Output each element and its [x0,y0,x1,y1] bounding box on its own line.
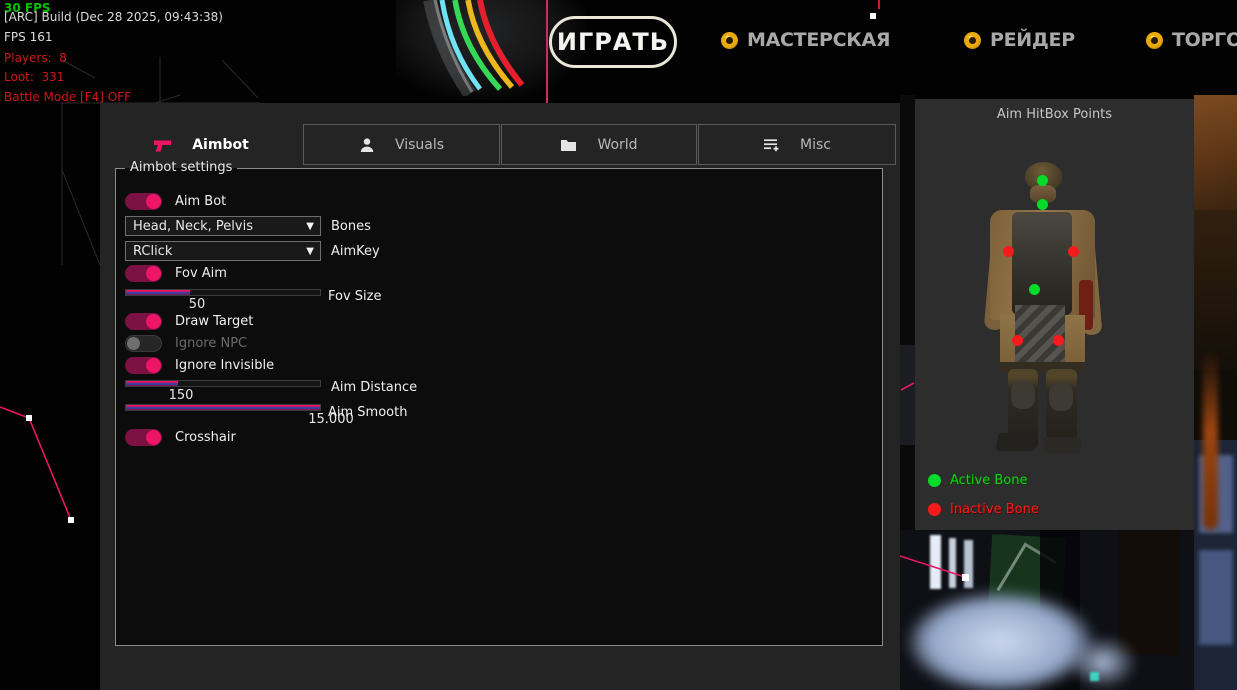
bone-dot-head[interactable] [1037,175,1048,186]
tab-label: World [597,137,637,153]
nav-item-label: ТОРГО [1172,29,1237,51]
ignore-invisible-toggle[interactable] [125,357,162,374]
bone-dot-pelvis[interactable] [1029,284,1040,295]
tab-label: Misc [800,137,831,153]
fov-size-value: 50 [189,297,206,312]
bone-dot-right-thigh[interactable] [1053,335,1064,346]
legend-inactive-bone: Inactive Bone [928,502,1039,517]
nav-item-label: МАСТЕРСКАЯ [747,29,890,51]
row-crosshair: Crosshair [125,429,236,446]
aim-bot-label: Aim Bot [175,194,226,209]
tab-label: Visuals [395,137,444,153]
legend-active-bone: Active Bone [928,473,1027,488]
chevron-down-icon: ▼ [306,246,320,257]
aim-bot-toggle[interactable] [125,193,162,210]
bone-dot-layer [915,99,1194,530]
aim-smooth-slider[interactable] [125,404,321,411]
pistol-icon [153,137,172,153]
coin-icon [721,32,738,49]
hud-fps: FPS 161 [4,30,52,44]
legend-label: Active Bone [950,473,1027,488]
ignore-npc-toggle[interactable] [125,335,162,352]
bone-dot-right-shoulder[interactable] [1068,246,1079,257]
aim-hitbox-panel: Aim HitBox Points Active Bone Inactive B… [915,99,1194,530]
bone-dot-left-shoulder[interactable] [1003,246,1014,257]
aimkey-dropdown-value: RClick [126,244,306,259]
crosshair-label: Crosshair [175,430,236,445]
active-bone-dot-icon [928,474,941,487]
legend-label: Inactive Bone [950,502,1039,517]
chevron-down-icon: ▼ [306,221,320,232]
aimbot-settings-group: Aimbot settings Aim Bot Head, Neck, Pelv… [115,168,883,646]
playlist-add-icon [763,137,780,153]
row-draw-target: Draw Target [125,313,253,330]
hud-loot: Loot: 331 [4,70,64,84]
aim-distance-slider[interactable] [125,380,321,387]
folder-icon [560,137,577,152]
nav-item-raider[interactable]: РЕЙДЕР [964,29,1075,51]
tab-label: Aimbot [192,137,249,153]
inactive-bone-dot-icon [928,503,941,516]
game-screen: 30 FPS [ARC] Build (Dec 28 2025, 09:43:3… [0,0,1237,690]
draw-target-label: Draw Target [175,314,253,329]
tab-misc[interactable]: Misc [698,124,896,165]
cheat-menu-panel: Aimbot Visuals World Misc Aimbot se [100,103,900,690]
aimkey-label: AimKey [331,244,380,259]
group-title: Aimbot settings [125,160,237,175]
draw-target-toggle[interactable] [125,313,162,330]
aim-smooth-label: Aim Smooth [328,405,407,420]
aimkey-dropdown[interactable]: RClick ▼ [125,241,321,261]
hud-battle-mode: Battle Mode [F4] OFF [4,90,131,104]
tab-world[interactable]: World [501,124,697,165]
bone-dot-left-thigh[interactable] [1012,335,1023,346]
tab-visuals[interactable]: Visuals [303,124,500,165]
bones-dropdown[interactable]: Head, Neck, Pelvis ▼ [125,216,321,236]
hud-players: Players: 8 [4,51,67,65]
aim-distance-label: Aim Distance [331,380,417,395]
play-button[interactable]: ИГРАТЬ [549,16,677,68]
hud-build-info: [ARC] Build (Dec 28 2025, 09:43:38) [4,10,223,24]
row-ignore-npc: Ignore NPC [125,335,247,352]
bone-dot-neck[interactable] [1037,199,1048,210]
ignore-invisible-label: Ignore Invisible [175,358,274,373]
bones-label: Bones [331,219,371,234]
row-ignore-invisible: Ignore Invisible [125,357,274,374]
coin-icon [964,32,981,49]
bones-dropdown-value: Head, Neck, Pelvis [126,219,306,234]
crosshair-toggle[interactable] [125,429,162,446]
nav-item-trade[interactable]: ТОРГО [1146,29,1237,51]
aim-distance-value: 150 [169,388,194,403]
row-aim-bot: Aim Bot [125,193,226,210]
ignore-npc-label: Ignore NPC [175,336,247,351]
coin-icon [1146,32,1163,49]
tab-aimbot[interactable]: Aimbot [102,124,300,165]
nav-item-workshop[interactable]: МАСТЕРСКАЯ [721,29,890,51]
fov-aim-label: Fov Aim [175,266,227,281]
fov-size-label: Fov Size [328,289,381,304]
nav-item-label: РЕЙДЕР [990,29,1075,51]
row-fov-aim: Fov Aim [125,265,227,282]
fov-aim-toggle[interactable] [125,265,162,282]
person-icon [359,137,375,153]
fov-size-slider[interactable] [125,289,321,296]
